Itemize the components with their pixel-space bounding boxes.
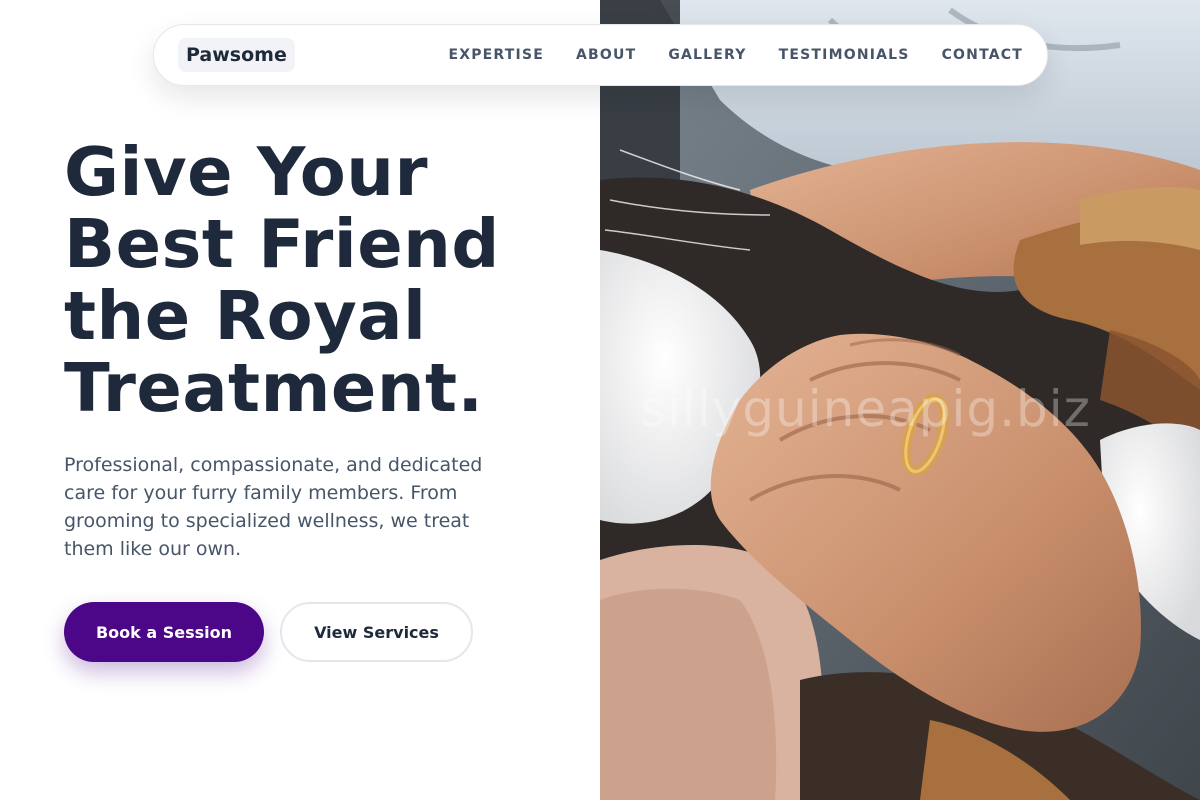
brand-logo[interactable]: Pawsome	[178, 38, 295, 72]
hero-headline: Give Your Best Friend the Royal Treatmen…	[64, 136, 584, 424]
hero-photo: sillyguineapig.biz	[600, 0, 1200, 800]
book-session-button[interactable]: Book a Session	[64, 602, 264, 662]
headline-line-4: Treatment.	[64, 349, 484, 427]
nav-link-contact[interactable]: CONTACT	[942, 47, 1023, 63]
nav-link-expertise[interactable]: EXPERTISE	[448, 47, 544, 63]
headline-line-1: Give Your	[64, 133, 429, 211]
watermark-text: sillyguineapig.biz	[640, 380, 1091, 438]
nav-link-about[interactable]: ABOUT	[576, 47, 636, 63]
nav-link-gallery[interactable]: GALLERY	[668, 47, 746, 63]
top-navigation: Pawsome EXPERTISE ABOUT GALLERY TESTIMON…	[153, 24, 1048, 86]
nav-link-testimonials[interactable]: TESTIMONIALS	[779, 47, 910, 63]
headline-line-2: Best Friend	[64, 205, 500, 283]
view-services-button[interactable]: View Services	[280, 602, 473, 662]
hero-subtext: Professional, compassionate, and dedicat…	[64, 454, 483, 560]
nav-links: EXPERTISE ABOUT GALLERY TESTIMONIALS CON…	[448, 47, 1023, 63]
headline-line-3: the Royal	[64, 277, 427, 355]
